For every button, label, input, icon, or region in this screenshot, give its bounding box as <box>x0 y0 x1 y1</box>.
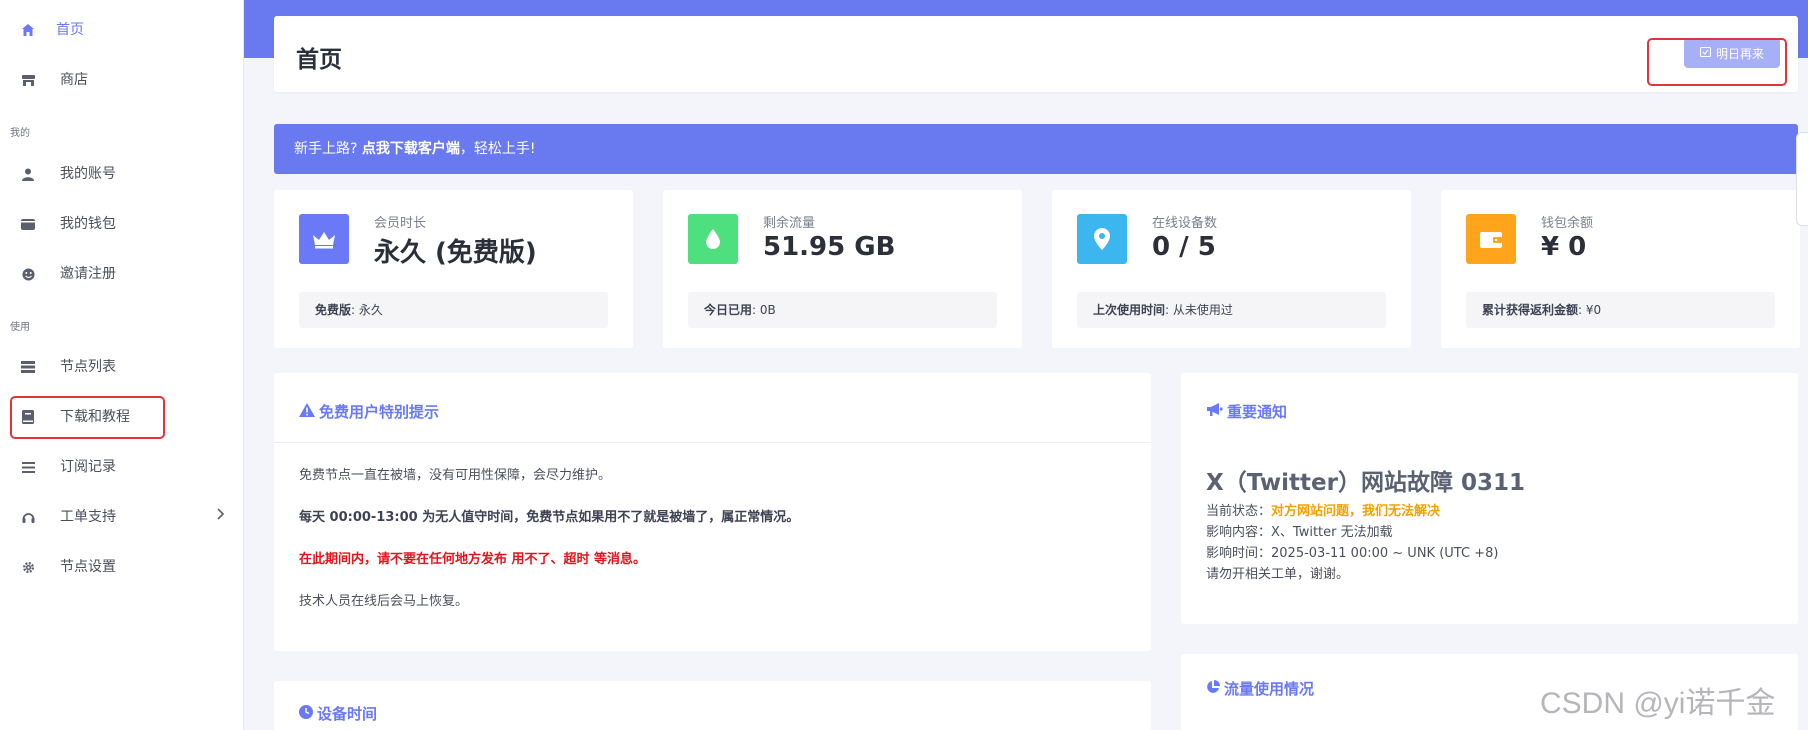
notice-note: 请勿开相关工单，谢谢。 <box>1206 567 1350 582</box>
stat-card-devices: 在线设备数 0 / 5 上次使用时间: 从未使用过 <box>1052 190 1411 348</box>
status-label: 当前状态： <box>1206 504 1272 519</box>
watermark: CSDN @yi诺千金 <box>1540 687 1776 720</box>
wallet-icon <box>1466 214 1516 264</box>
stat-card-membership: 会员时长 永久 (免费版) 免费版: 永久 <box>274 190 633 348</box>
notice-impact: 影响内容：X、Twitter 无法加载 <box>1206 525 1393 540</box>
panel-title: 流量使用情况 <box>1206 678 1314 699</box>
gear-icon <box>20 559 36 575</box>
banner-suffix: ，轻松上手! <box>459 141 536 157</box>
floating-side-widget[interactable] <box>1796 132 1808 226</box>
newbie-banner: 新手上路? 点我下载客户端，轻松上手! <box>274 124 1798 174</box>
sidebar-item-label: 我的账号 <box>60 166 116 182</box>
stat-footer-key: 免费版 <box>315 303 352 317</box>
headset-icon <box>20 509 36 525</box>
sidebar-item-home[interactable]: 首页 <box>0 10 244 50</box>
sidebar-item-wallet[interactable]: 我的钱包 <box>0 204 244 244</box>
chevron-right-icon <box>216 508 225 524</box>
stat-footer-key: 今日已用 <box>704 303 753 317</box>
highlight-box-downloads <box>10 396 165 439</box>
sidebar-item-label: 订阅记录 <box>60 459 116 475</box>
panel-title: 免费用户特别提示 <box>299 401 439 422</box>
sidebar-item-label: 商店 <box>60 72 88 88</box>
notice-line-3: 在此期间内，请不要在任何地方发布 用不了、超时 等消息。 <box>299 552 647 567</box>
page-header: 首页 明日再来 <box>274 16 1798 92</box>
stat-label: 会员时长 <box>374 216 427 231</box>
stat-label: 剩余流量 <box>763 216 816 231</box>
panel-title-text: 流量使用情况 <box>1224 680 1315 698</box>
sidebar-item-nodes[interactable]: 节点列表 <box>0 347 244 387</box>
stat-card-wallet: 钱包余额 ¥ 0 累计获得返利金额: ¥0 <box>1441 190 1800 348</box>
crown-icon <box>299 214 349 264</box>
sidebar-item-account[interactable]: 我的账号 <box>0 154 244 194</box>
stat-label: 钱包余额 <box>1541 216 1594 231</box>
sidebar: 首页 商店 我的 我的账号 我的钱包 邀请注册 使用 节点列表 下载和教程 订阅… <box>0 0 244 730</box>
notice-line-1: 免费节点一直在被墙，没有可用性保障，会尽力维护。 <box>299 468 612 483</box>
wallet-icon <box>20 216 36 232</box>
user-icon <box>20 166 36 182</box>
notice-line-4: 技术人员在线后会马上恢复。 <box>299 594 469 609</box>
important-notice-panel: 重要通知 X（Twitter）网站故障 0311 当前状态：对方网站问题，我们无… <box>1181 373 1798 624</box>
banner-prefix: 新手上路? <box>294 141 358 157</box>
pie-chart-icon <box>1206 679 1220 698</box>
stat-footer-key: 累计获得返利金额 <box>1482 303 1579 317</box>
stat-footer: 免费版: 永久 <box>299 292 608 328</box>
page-title: 首页 <box>296 47 342 73</box>
section-label-mine: 我的 <box>10 128 30 139</box>
sidebar-item-label: 首页 <box>56 22 84 38</box>
clock-icon <box>299 704 313 723</box>
stat-value: ¥ 0 <box>1541 232 1587 262</box>
panel-title: 设备时间 <box>299 703 377 724</box>
stat-value: 51.95 GB <box>763 232 896 262</box>
stat-footer: 上次使用时间: 从未使用过 <box>1077 292 1386 328</box>
notice-time: 影响时间：2025-03-11 00:00 ~ UNK (UTC +8) <box>1206 546 1499 561</box>
sidebar-item-tickets[interactable]: 工单支持 <box>0 497 244 537</box>
stat-footer: 今日已用: 0B <box>688 292 997 328</box>
device-time-panel: 设备时间 <box>274 681 1151 730</box>
sidebar-item-label: 邀请注册 <box>60 266 116 282</box>
sidebar-item-store[interactable]: 商店 <box>0 60 244 100</box>
sidebar-item-label: 节点设置 <box>60 559 116 575</box>
panel-title: 重要通知 <box>1206 401 1287 422</box>
sidebar-item-invite[interactable]: 邀请注册 <box>0 254 244 294</box>
stat-footer-value: : 0B <box>752 303 776 317</box>
stat-footer-value: : 永久 <box>351 303 383 317</box>
megaphone-icon <box>1206 402 1223 421</box>
server-icon <box>20 359 36 375</box>
list-icon <box>20 459 36 475</box>
sidebar-item-node-settings[interactable]: 节点设置 <box>0 547 244 587</box>
home-icon <box>20 22 36 38</box>
stat-footer-key: 上次使用时间 <box>1093 303 1166 317</box>
map-pin-icon <box>1077 214 1127 264</box>
smile-icon <box>20 266 36 282</box>
highlight-box-check-in <box>1647 38 1787 86</box>
notice-headline: X（Twitter）网站故障 0311 <box>1206 470 1525 496</box>
sidebar-item-label: 我的钱包 <box>60 216 116 232</box>
store-icon <box>20 72 36 88</box>
notice-line-2: 每天 00:00-13:00 为无人值守时间，免费节点如果用不了就是被墙了，属正… <box>299 510 800 525</box>
sidebar-item-label: 节点列表 <box>60 359 116 375</box>
warning-icon <box>299 402 315 421</box>
panel-title-text: 设备时间 <box>317 705 378 723</box>
stat-value: 永久 (免费版) <box>374 238 537 268</box>
stat-value: 0 / 5 <box>1152 232 1216 262</box>
notice-status: 当前状态：对方网站问题，我们无法解决 <box>1206 500 1440 519</box>
sidebar-item-label: 工单支持 <box>60 509 116 525</box>
panel-title-text: 免费用户特别提示 <box>319 403 440 421</box>
free-user-notice-panel: 免费用户特别提示 免费节点一直在被墙，没有可用性保障，会尽力维护。 每天 00:… <box>274 373 1151 651</box>
stat-card-traffic: 剩余流量 51.95 GB 今日已用: 0B <box>663 190 1022 348</box>
stat-footer-value: : 从未使用过 <box>1165 303 1233 317</box>
panel-title-text: 重要通知 <box>1227 403 1288 421</box>
status-value: 对方网站问题，我们无法解决 <box>1271 504 1441 519</box>
panel-header: 免费用户特别提示 <box>274 373 1151 443</box>
stat-footer-value: : ¥0 <box>1578 303 1602 317</box>
section-label-use: 使用 <box>10 322 30 333</box>
sidebar-item-subscriptions[interactable]: 订阅记录 <box>0 447 244 487</box>
stat-label: 在线设备数 <box>1152 216 1218 231</box>
stat-footer: 累计获得返利金额: ¥0 <box>1466 292 1775 328</box>
droplet-icon <box>688 214 738 264</box>
download-client-link[interactable]: 点我下载客户端 <box>362 141 460 157</box>
